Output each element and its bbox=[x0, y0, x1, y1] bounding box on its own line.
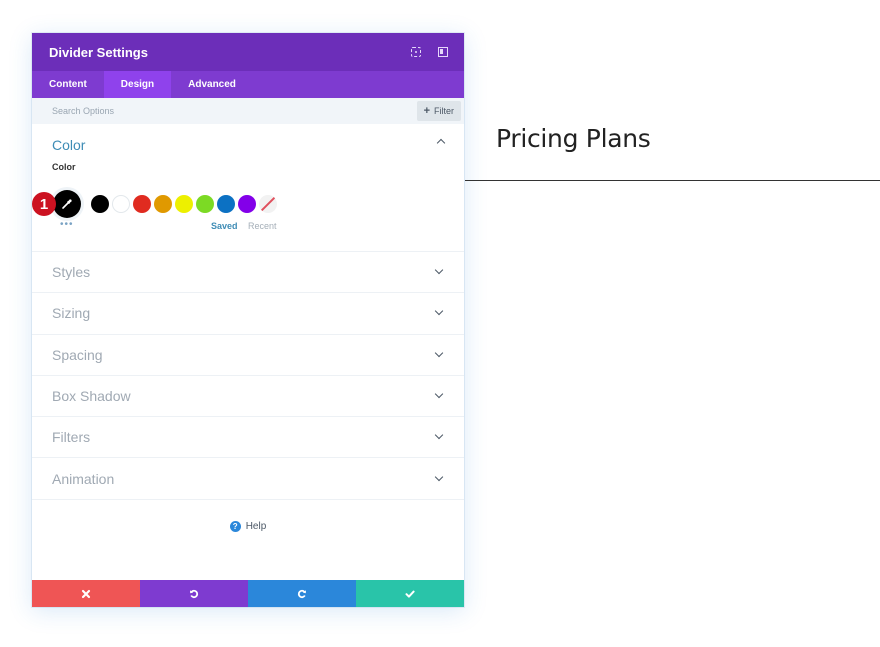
section-filters[interactable]: Filters bbox=[32, 417, 464, 459]
panel-footer bbox=[32, 580, 464, 607]
swatch-blue[interactable] bbox=[217, 195, 235, 213]
section-sizing[interactable]: Sizing bbox=[32, 293, 464, 335]
chevron-down-icon bbox=[434, 307, 444, 316]
redo-button[interactable] bbox=[248, 580, 356, 607]
chevron-down-icon bbox=[434, 431, 444, 440]
tab-content[interactable]: Content bbox=[32, 71, 104, 98]
section-label: Animation bbox=[52, 470, 115, 487]
plus-icon: + bbox=[423, 105, 430, 117]
search-bar: + Filter bbox=[32, 98, 464, 124]
color-field-label: Color bbox=[52, 162, 76, 172]
section-label: Spacing bbox=[52, 346, 103, 363]
swatch-yellow[interactable] bbox=[175, 195, 193, 213]
filter-button[interactable]: + Filter bbox=[416, 101, 461, 121]
step-badge: 1 bbox=[32, 192, 56, 216]
section-label: Styles bbox=[52, 264, 91, 281]
section-styles[interactable]: Styles bbox=[32, 252, 464, 294]
swatch-none[interactable] bbox=[259, 195, 277, 213]
panel-title: Divider Settings bbox=[49, 44, 148, 60]
chevron-down-icon bbox=[434, 472, 444, 481]
swatch-black[interactable] bbox=[91, 195, 109, 213]
section-animation[interactable]: Animation bbox=[32, 458, 464, 500]
tab-bar: Content Design Advanced bbox=[32, 71, 464, 98]
eyedropper-icon bbox=[62, 199, 72, 209]
section-label: Sizing bbox=[52, 305, 91, 322]
redo-icon bbox=[297, 589, 306, 598]
section-spacing[interactable]: Spacing bbox=[32, 335, 464, 376]
chevron-down-icon bbox=[434, 265, 444, 275]
columns-icon[interactable] bbox=[438, 47, 448, 57]
tab-advanced[interactable]: Advanced bbox=[171, 71, 253, 98]
color-picker-button[interactable] bbox=[53, 190, 81, 218]
filter-label: Filter bbox=[434, 106, 454, 116]
swatch-red[interactable] bbox=[133, 195, 151, 213]
preview-heading: Pricing Plans bbox=[496, 124, 651, 153]
divider-line bbox=[465, 180, 880, 181]
color-swatches: 1 bbox=[32, 190, 464, 220]
save-button[interactable] bbox=[356, 580, 464, 607]
undo-icon bbox=[190, 589, 199, 598]
help-label: Help bbox=[245, 521, 267, 532]
color-section-title[interactable]: Color bbox=[52, 124, 444, 153]
swatch-purple[interactable] bbox=[238, 195, 256, 213]
undo-button[interactable] bbox=[140, 580, 248, 607]
saved-tab[interactable]: Saved bbox=[211, 221, 238, 231]
chevron-down-icon bbox=[434, 348, 444, 357]
cancel-button[interactable] bbox=[32, 580, 140, 607]
more-colors-icon[interactable]: ••• bbox=[60, 219, 74, 230]
swatch-orange[interactable] bbox=[154, 195, 172, 213]
settings-panel: Divider Settings Content Design Advanced… bbox=[32, 33, 464, 607]
tab-design[interactable]: Design bbox=[103, 71, 172, 98]
color-section: Color Color 1 ••• Saved Recent bbox=[32, 124, 464, 252]
swatch-white[interactable] bbox=[112, 195, 130, 213]
close-icon bbox=[81, 589, 91, 598]
check-icon bbox=[405, 590, 415, 598]
section-label: Filters bbox=[52, 429, 91, 446]
help-link[interactable]: ? Help bbox=[32, 521, 464, 532]
panel-header: Divider Settings bbox=[32, 33, 464, 71]
chevron-down-icon bbox=[434, 389, 444, 399]
section-label: Box Shadow bbox=[52, 388, 131, 405]
recent-tab[interactable]: Recent bbox=[248, 221, 277, 231]
search-input[interactable] bbox=[52, 106, 252, 116]
expand-icon[interactable] bbox=[411, 47, 421, 57]
section-box-shadow[interactable]: Box Shadow bbox=[32, 376, 464, 418]
help-icon: ? bbox=[229, 521, 241, 532]
swatch-green[interactable] bbox=[196, 195, 214, 213]
